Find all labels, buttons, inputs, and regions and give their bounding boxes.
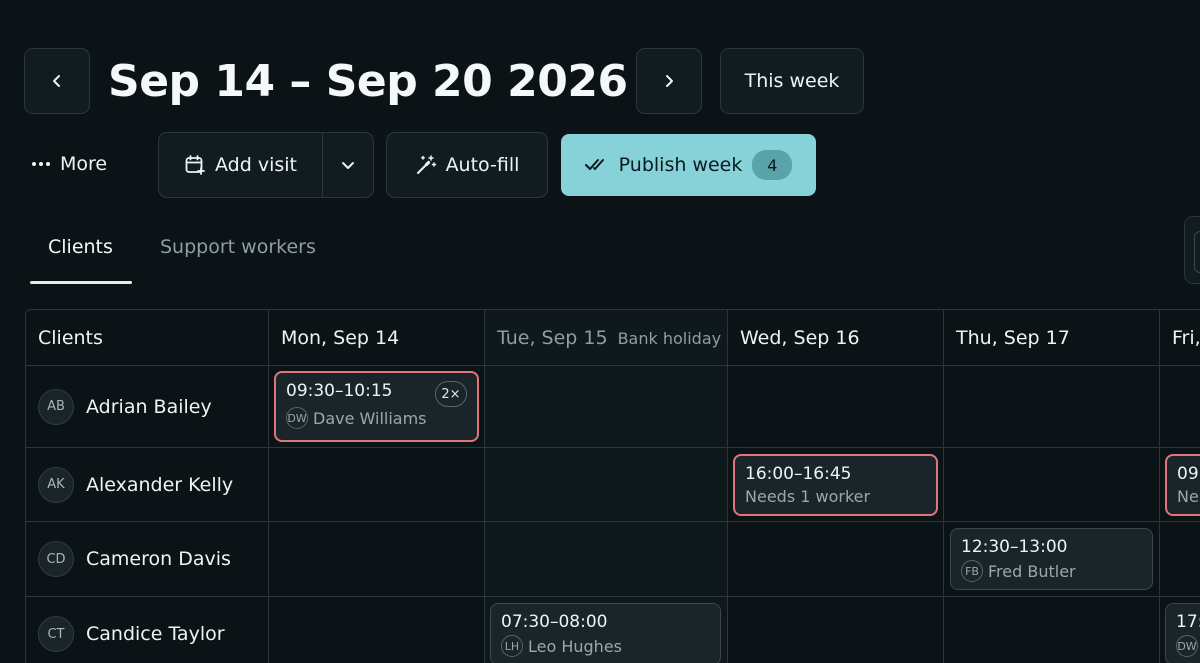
tab-clients[interactable]: Clients	[48, 236, 113, 264]
worker-name: Leo Hughes	[528, 636, 622, 656]
day-header-wed[interactable]: Wed, Sep 16	[740, 310, 860, 366]
worker-avatar: LH	[501, 635, 523, 657]
previous-week-button[interactable]	[24, 48, 90, 114]
client-name: Adrian Bailey	[86, 395, 212, 418]
visit-card[interactable]: 09: Ne	[1165, 454, 1200, 516]
auto-fill-label: Auto-fill	[445, 154, 520, 176]
visit-time: 12:30–13:00	[961, 537, 1068, 557]
more-button[interactable]: More	[32, 140, 107, 188]
double-check-icon	[584, 159, 604, 170]
visit-time: 07:30–08:00	[501, 612, 608, 632]
visit-card[interactable]: 17: DW	[1165, 603, 1200, 663]
client-row[interactable]: CT Candice Taylor	[26, 597, 268, 663]
client-row[interactable]: CD Cameron Davis	[26, 522, 268, 596]
worker-count-badge: 2×	[435, 381, 467, 407]
publish-week-label: Publish week	[618, 154, 743, 176]
client-row[interactable]: AK Alexander Kelly	[26, 448, 268, 521]
ellipsis-icon	[32, 162, 50, 166]
add-visit-button[interactable]: Add visit	[159, 133, 322, 197]
visit-card[interactable]: 12:30–13:00 FB Fred Butler	[950, 528, 1153, 590]
visit-time: 09:	[1177, 464, 1200, 484]
grid-divider	[268, 310, 269, 663]
week-title: Sep 14 – Sep 20 2026	[108, 55, 628, 107]
add-visit-label: Add visit	[215, 154, 297, 176]
day-label: Thu, Sep 17	[956, 327, 1070, 349]
scheduler-page: Sep 14 – Sep 20 2026 This week More Add …	[0, 0, 1200, 663]
next-week-button[interactable]	[636, 48, 702, 114]
more-label: More	[60, 153, 108, 175]
client-name: Candice Taylor	[86, 623, 225, 645]
clients-column-header: Clients	[38, 327, 103, 349]
day-header-mon[interactable]: Mon, Sep 14	[281, 310, 399, 366]
client-name: Cameron Davis	[86, 548, 231, 570]
grid-divider	[484, 310, 485, 663]
day-header-tue[interactable]: Tue, Sep 15 Bank holiday	[497, 310, 721, 366]
chevron-left-icon	[53, 75, 60, 87]
tab-support-workers[interactable]: Support workers	[160, 236, 316, 264]
visit-card[interactable]: 07:30–08:00 LH Leo Hughes	[490, 603, 721, 663]
calendar-plus-icon	[185, 155, 205, 175]
visit-time: 16:00–16:45	[745, 464, 852, 484]
avatar: CT	[38, 616, 74, 652]
worker-name: Dave Williams	[313, 408, 427, 428]
add-visit-split-button: Add visit	[158, 132, 374, 198]
view-toggle[interactable]	[1184, 216, 1200, 284]
visit-time: 17:	[1176, 612, 1200, 632]
auto-fill-button[interactable]: Auto-fill	[386, 132, 548, 198]
visit-card[interactable]: 09:30–10:15 2× DW Dave Williams	[274, 371, 479, 442]
bank-holiday-label: Bank holiday	[617, 328, 722, 348]
visit-card[interactable]: 16:00–16:45 Needs 1 worker	[733, 454, 938, 516]
grid-divider	[1159, 310, 1160, 663]
add-visit-dropdown-button[interactable]	[323, 133, 373, 197]
active-tab-indicator	[30, 281, 132, 284]
worker-avatar: DW	[1176, 635, 1198, 657]
worker-name: Fred Butler	[988, 561, 1076, 581]
client-name: Alexander Kelly	[86, 473, 234, 496]
grid-divider	[943, 310, 944, 663]
worker-avatar: FB	[961, 560, 983, 582]
grid-divider	[727, 310, 728, 663]
schedule-grid: Clients Mon, Sep 14 Tue, Sep 15 Bank hol…	[25, 309, 1200, 663]
this-week-button[interactable]: This week	[720, 48, 864, 114]
day-header-fri[interactable]: Fri,	[1172, 310, 1200, 366]
worker-avatar: DW	[286, 407, 308, 429]
chevron-down-icon	[342, 162, 354, 169]
avatar: AK	[38, 466, 74, 503]
publish-count-badge: 4	[752, 150, 793, 180]
day-header-thu[interactable]: Thu, Sep 17	[956, 310, 1070, 366]
needs-worker-text: Ne	[1177, 487, 1199, 506]
day-label: Tue, Sep 15	[497, 327, 608, 349]
chevron-right-icon	[666, 75, 673, 87]
client-row[interactable]: AB Adrian Bailey	[26, 366, 268, 447]
day-label: Mon, Sep 14	[281, 327, 400, 349]
needs-worker-text: Needs 1 worker	[745, 487, 871, 506]
day-label: Wed, Sep 16	[740, 327, 860, 349]
avatar: AB	[38, 388, 74, 425]
day-label: Fri,	[1172, 327, 1200, 349]
avatar: CD	[38, 541, 74, 577]
publish-week-button[interactable]: Publish week 4	[561, 134, 816, 196]
magic-wand-icon	[416, 155, 436, 174]
